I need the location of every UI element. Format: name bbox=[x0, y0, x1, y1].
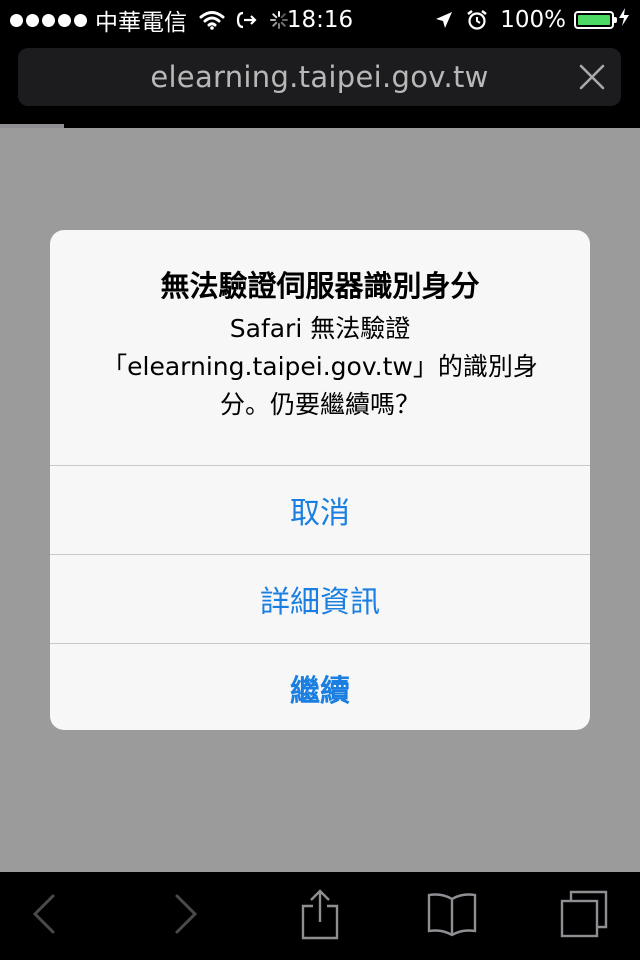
status-bar: 中華電信 18:16 100% bbox=[0, 0, 640, 40]
bookmarks-icon bbox=[426, 891, 478, 941]
address-bar: elearning.taipei.gov.tw bbox=[0, 40, 640, 128]
back-button[interactable] bbox=[0, 872, 88, 960]
alert-body: 無法驗證伺服器識別身分 Safari 無法驗證 「elearning.taipe… bbox=[50, 230, 590, 465]
sync-icon bbox=[235, 10, 259, 30]
battery-icon bbox=[574, 11, 617, 29]
continue-button[interactable]: 繼續 bbox=[50, 643, 590, 730]
alarm-icon bbox=[466, 9, 488, 31]
forward-icon bbox=[171, 892, 201, 940]
alert-title: 無法驗證伺服器識別身分 bbox=[160, 269, 480, 303]
charging-icon bbox=[618, 7, 630, 33]
close-icon[interactable] bbox=[577, 62, 607, 92]
url-text[interactable]: elearning.taipei.gov.tw bbox=[150, 60, 488, 94]
details-button[interactable]: 詳細資訊 bbox=[50, 554, 590, 643]
carrier-name: 中華電信 bbox=[95, 10, 187, 36]
forward-button[interactable] bbox=[142, 872, 230, 960]
location-icon bbox=[434, 10, 454, 30]
certificate-alert-dialog: 無法驗證伺服器識別身分 Safari 無法驗證 「elearning.taipe… bbox=[50, 230, 590, 730]
back-icon bbox=[29, 892, 59, 940]
tabs-button[interactable] bbox=[540, 872, 628, 960]
bottom-toolbar bbox=[0, 872, 640, 960]
alert-message-line: Safari 無法驗證 bbox=[229, 314, 411, 343]
signal-strength-icon bbox=[10, 13, 87, 27]
tabs-icon bbox=[559, 889, 609, 943]
activity-spinner-icon bbox=[269, 10, 289, 30]
alert-message-line: 「elearning.taipei.gov.tw」的識別身 bbox=[102, 352, 538, 381]
alert-message-line: 分。仍要繼續嗎？ bbox=[219, 390, 420, 419]
share-icon bbox=[299, 888, 341, 944]
battery-level bbox=[578, 15, 610, 25]
status-right: 100% bbox=[422, 0, 630, 40]
cancel-button[interactable]: 取消 bbox=[50, 465, 590, 554]
screen: 中華電信 18:16 100% elearning.taipei.gov.tw … bbox=[0, 0, 640, 960]
share-button[interactable] bbox=[276, 872, 364, 960]
status-left: 中華電信 bbox=[10, 0, 299, 40]
wifi-icon bbox=[199, 10, 225, 30]
bookmarks-button[interactable] bbox=[408, 872, 496, 960]
alert-message: Safari 無法驗證 「elearning.taipei.gov.tw」的識別… bbox=[90, 310, 550, 424]
battery-percent: 100% bbox=[500, 7, 566, 33]
url-field[interactable]: elearning.taipei.gov.tw bbox=[18, 48, 621, 106]
